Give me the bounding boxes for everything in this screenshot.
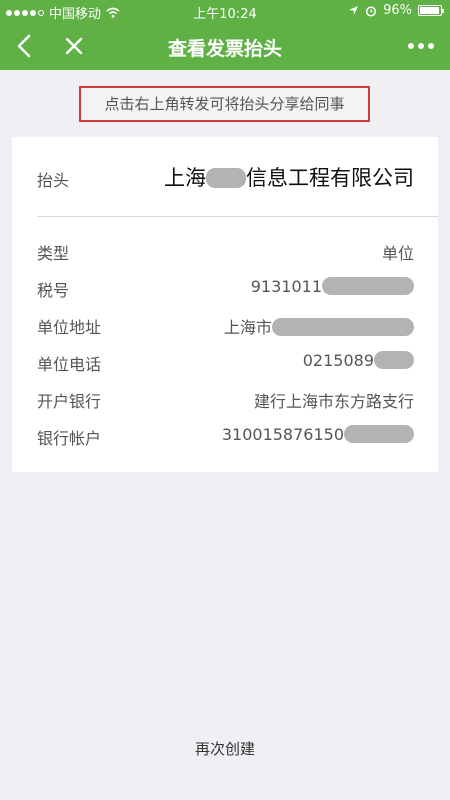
battery-percent: 96%	[383, 3, 412, 18]
type-value: 单位	[381, 244, 414, 263]
tax-id-text: 9131011	[250, 277, 322, 296]
account-text: 310015876150	[221, 425, 344, 444]
phone-value: 0215089	[303, 351, 414, 370]
address-label: 单位地址	[37, 318, 102, 337]
tax-id-value: 9131011	[251, 277, 414, 296]
share-hint: 点击右上角转发可将抬头分享给同事	[79, 86, 370, 122]
header-value-suffix: 信息工程有限公司	[246, 166, 414, 190]
account-value: 310015876150	[222, 425, 414, 444]
info-row-account: 银行帐户 310015876150	[12, 417, 438, 453]
redacted-blur	[272, 318, 414, 336]
info-row-tax-id: 税号 9131011	[12, 269, 438, 305]
divider	[37, 216, 438, 217]
location-arrow-icon	[349, 6, 359, 15]
bank-value: 建行上海市东方路支行	[253, 392, 414, 411]
phone-label: 单位电话	[37, 355, 102, 374]
tax-id-label: 税号	[37, 281, 70, 300]
invoice-card: 抬头 上海 信息工程有限公司 类型 单位 税号 9131011 单位地址 上海市 …	[12, 137, 438, 472]
more-button[interactable]	[406, 37, 436, 55]
redacted-blur	[344, 425, 414, 443]
redacted-blur	[206, 167, 246, 188]
battery-icon	[418, 5, 444, 16]
header-value-prefix: 上海	[164, 166, 206, 190]
nav-bar: 查看发票抬头	[0, 22, 450, 70]
info-row-type: 类型 单位	[12, 232, 438, 268]
address-text: 上海市	[223, 318, 272, 337]
info-row-address: 单位地址 上海市	[12, 306, 438, 342]
redacted-blur	[374, 351, 414, 369]
status-bar: 中国移动 上午10:24 96%	[0, 0, 450, 22]
phone-text: 0215089	[302, 351, 374, 370]
header-label: 抬头	[37, 171, 70, 190]
status-right: 96%	[348, 3, 444, 18]
bank-label: 开户银行	[37, 392, 102, 411]
header-value: 上海 信息工程有限公司	[164, 162, 414, 192]
alarm-icon	[366, 5, 377, 17]
page-title: 查看发票抬头	[167, 38, 282, 60]
recreate-button[interactable]: 再次创建	[0, 738, 450, 759]
address-value: 上海市	[224, 314, 414, 338]
type-label: 类型	[37, 244, 70, 263]
account-label: 银行帐户	[37, 429, 102, 448]
invoice-header-row: 抬头 上海 信息工程有限公司	[12, 137, 438, 217]
info-row-bank: 开户银行 建行上海市东方路支行	[12, 380, 438, 416]
info-row-phone: 单位电话 0215089	[12, 343, 438, 379]
redacted-blur	[322, 277, 414, 295]
